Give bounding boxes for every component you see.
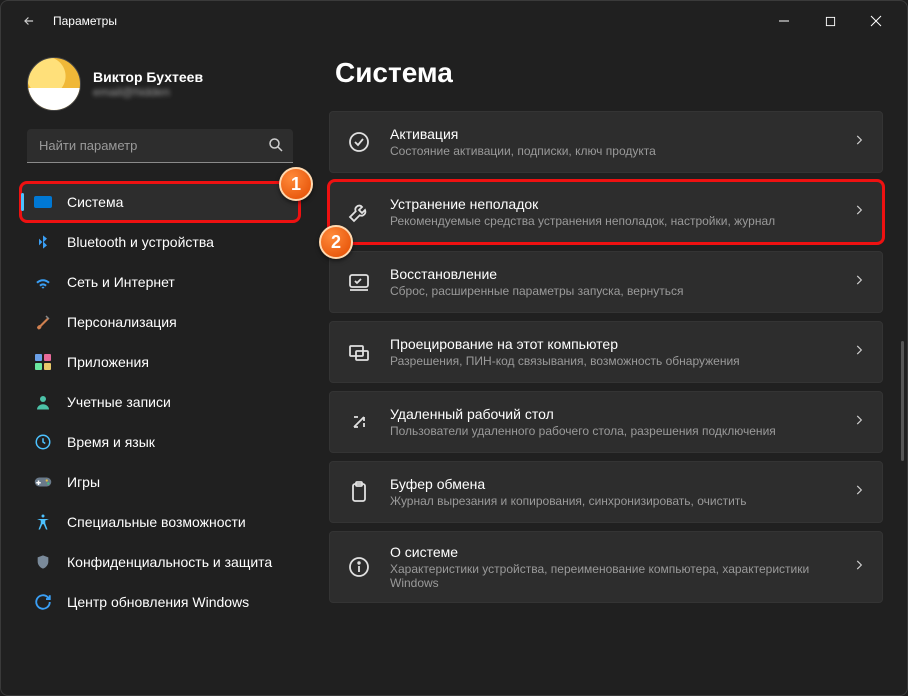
sidebar-item-windows-update[interactable]: Центр обновления Windows [21, 583, 299, 621]
remote-desktop-icon [346, 409, 372, 435]
chevron-right-icon [852, 413, 866, 432]
gamepad-icon [33, 472, 53, 492]
display-icon [33, 192, 53, 212]
card-title: Устранение неполадок [390, 196, 834, 212]
profile-name: Виктор Бухтеев [93, 69, 203, 85]
sidebar-item-gaming[interactable]: Игры [21, 463, 299, 501]
sidebar-nav: Система 1 Bluetooth и устройства Сеть и … [21, 183, 299, 621]
sidebar-item-time-language[interactable]: Время и язык [21, 423, 299, 461]
card-title: Активация [390, 126, 834, 142]
sidebar-item-label: Персонализация [67, 314, 177, 330]
card-projecting[interactable]: Проецирование на этот компьютер Разрешен… [329, 321, 883, 383]
sidebar-item-label: Приложения [67, 354, 149, 370]
recovery-icon [346, 269, 372, 295]
search-box [27, 129, 293, 163]
sidebar-item-accessibility[interactable]: Специальные возможности [21, 503, 299, 541]
card-recovery[interactable]: Восстановление Сброс, расширенные параме… [329, 251, 883, 313]
search-icon [267, 136, 285, 159]
sidebar-item-privacy[interactable]: Конфиденциальность и защита [21, 543, 299, 581]
close-button[interactable] [853, 5, 899, 37]
sidebar-item-label: Специальные возможности [67, 514, 246, 530]
update-icon [33, 592, 53, 612]
checkmark-circle-icon [346, 129, 372, 155]
card-title: О системе [390, 544, 834, 560]
sidebar-item-apps[interactable]: Приложения [21, 343, 299, 381]
card-title: Буфер обмена [390, 476, 834, 492]
bluetooth-icon [33, 232, 53, 252]
wrench-icon [346, 199, 372, 225]
sidebar-item-label: Игры [67, 474, 100, 490]
page-title: Система [335, 57, 883, 89]
clock-globe-icon [33, 432, 53, 452]
titlebar: Параметры [1, 1, 907, 41]
card-troubleshoot[interactable]: Устранение неполадок Рекомендуемые средс… [329, 181, 883, 243]
card-about[interactable]: О системе Характеристики устройства, пер… [329, 531, 883, 603]
chevron-right-icon [852, 203, 866, 222]
sidebar: Виктор Бухтеев email@hidden Система 1 [1, 41, 311, 695]
sidebar-item-label: Центр обновления Windows [67, 594, 249, 610]
card-desc: Сброс, расширенные параметры запуска, ве… [390, 284, 834, 298]
annotation-marker-1: 1 [279, 167, 313, 201]
chevron-right-icon [852, 483, 866, 502]
card-desc: Журнал вырезания и копирования, синхрони… [390, 494, 834, 508]
chevron-right-icon [852, 343, 866, 362]
sidebar-item-accounts[interactable]: Учетные записи [21, 383, 299, 421]
accessibility-icon [33, 512, 53, 532]
clipboard-icon [346, 479, 372, 505]
sidebar-item-label: Время и язык [67, 434, 155, 450]
wifi-icon [33, 272, 53, 292]
brush-icon [33, 312, 53, 332]
chevron-right-icon [852, 273, 866, 292]
content: Виктор Бухтеев email@hidden Система 1 [1, 41, 907, 695]
sidebar-item-network[interactable]: Сеть и Интернет [21, 263, 299, 301]
avatar [27, 57, 81, 111]
card-remote-desktop[interactable]: Удаленный рабочий стол Пользователи удал… [329, 391, 883, 453]
sidebar-item-system[interactable]: Система [21, 183, 299, 221]
shield-icon [33, 552, 53, 572]
sidebar-item-label: Bluetooth и устройства [67, 234, 214, 250]
card-clipboard[interactable]: Буфер обмена Журнал вырезания и копирова… [329, 461, 883, 523]
chevron-right-icon [852, 133, 866, 152]
scrollbar[interactable] [901, 341, 904, 461]
card-activation[interactable]: Активация Состояние активации, подписки,… [329, 111, 883, 173]
card-title: Восстановление [390, 266, 834, 282]
sidebar-item-bluetooth[interactable]: Bluetooth и устройства [21, 223, 299, 261]
main-panel: Система Активация Состояние активации, п… [311, 41, 907, 695]
window-title: Параметры [53, 14, 117, 28]
sidebar-item-label: Сеть и Интернет [67, 274, 175, 290]
sidebar-item-label: Учетные записи [67, 394, 171, 410]
annotation-marker-2: 2 [319, 225, 353, 259]
apps-icon [33, 352, 53, 372]
card-desc: Характеристики устройства, переименовани… [390, 562, 834, 590]
sidebar-item-label: Система [67, 194, 123, 210]
search-input[interactable] [27, 129, 293, 163]
minimize-button[interactable] [761, 5, 807, 37]
info-icon [346, 554, 372, 580]
card-desc: Рекомендуемые средства устранения непола… [390, 214, 834, 228]
person-icon [33, 392, 53, 412]
card-desc: Состояние активации, подписки, ключ прод… [390, 144, 834, 158]
back-button[interactable] [13, 5, 45, 37]
window-controls [761, 5, 899, 37]
chevron-right-icon [852, 558, 866, 577]
card-title: Удаленный рабочий стол [390, 406, 834, 422]
card-desc: Разрешения, ПИН-код связывания, возможно… [390, 354, 834, 368]
profile-block[interactable]: Виктор Бухтеев email@hidden [27, 57, 293, 111]
profile-email: email@hidden [93, 85, 203, 99]
sidebar-item-label: Конфиденциальность и защита [67, 554, 272, 570]
sidebar-item-personalization[interactable]: Персонализация [21, 303, 299, 341]
maximize-button[interactable] [807, 5, 853, 37]
settings-list: Активация Состояние активации, подписки,… [329, 111, 883, 603]
card-title: Проецирование на этот компьютер [390, 336, 834, 352]
settings-window: Параметры Виктор Бухтеев email@hidden [0, 0, 908, 696]
projecting-icon [346, 339, 372, 365]
card-desc: Пользователи удаленного рабочего стола, … [390, 424, 834, 438]
